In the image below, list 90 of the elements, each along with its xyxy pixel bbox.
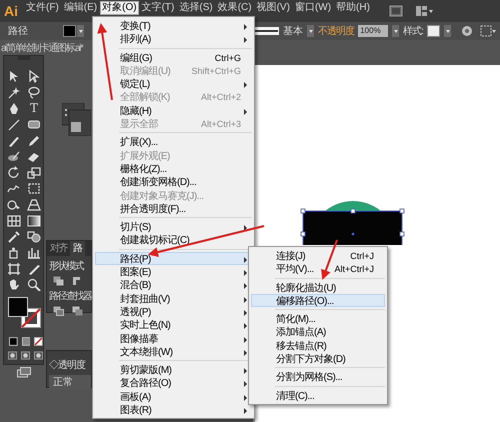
style-swatch[interactable]	[427, 25, 440, 37]
menu-item[interactable]: 隐藏(H)	[95, 104, 252, 118]
menu-item[interactable]: 变换(T)	[95, 19, 252, 32]
artboard-icon[interactable]	[7, 262, 21, 275]
menu-item[interactable]: 文件(F)	[24, 1, 61, 15]
menu-item[interactable]: 简化(M)...	[251, 312, 385, 326]
menu-item[interactable]: 清理(C)...	[251, 388, 385, 402]
mesh-icon[interactable]	[7, 214, 21, 227]
menu-item[interactable]: 窗口(W)	[292, 1, 334, 15]
menu-item[interactable]: 编辑(E)	[62, 1, 100, 15]
draw-behind-icon[interactable]	[21, 351, 30, 360]
menu-item[interactable]: 偏移路径(O)...	[251, 294, 385, 308]
hand-icon[interactable]	[7, 278, 21, 291]
menu-item[interactable]: 对象(O)	[100, 1, 139, 15]
pathfinders-label: 路径查找器	[49, 290, 91, 304]
menu-item[interactable]: 连接(J) Ctrl+J	[251, 249, 385, 262]
eyedropper-icon[interactable]	[7, 230, 21, 243]
type-tool[interactable]: T	[27, 102, 41, 115]
menu-item[interactable]: 移去锚点(R)	[251, 338, 385, 352]
blend-mode-dropdown[interactable]: 正常	[49, 375, 91, 390]
scale-icon[interactable]	[27, 166, 41, 179]
menu-item[interactable]: 分割下方对象(D)	[251, 352, 385, 366]
line-icon[interactable]	[7, 118, 21, 131]
lasso-icon[interactable]	[27, 86, 41, 99]
menu-item[interactable]: 轮廓化描边(U)	[251, 280, 385, 294]
rotate-icon[interactable]	[7, 166, 21, 179]
fill-color-swatch[interactable]	[8, 297, 28, 317]
style-label: 样式:	[403, 24, 423, 38]
workspace-layout-icon[interactable]	[414, 5, 433, 17]
trim-icon[interactable]	[72, 306, 83, 316]
menu-item[interactable]: 创建渐变网格(D)...	[95, 175, 252, 189]
menu-item[interactable]: 选择(S)	[177, 1, 215, 15]
none-mode-icon[interactable]	[34, 337, 44, 346]
draw-inside-icon[interactable]	[34, 351, 43, 360]
collapsed-panels-drawing	[62, 103, 91, 136]
rounded-rectangle-icon[interactable]	[27, 118, 41, 131]
perspective-grid-icon[interactable]	[27, 198, 41, 211]
dropdown-caret-icon[interactable]	[444, 25, 451, 37]
shape-builder-icon[interactable]	[7, 198, 21, 211]
warp-icon[interactable]	[7, 182, 21, 195]
menu-item[interactable]: 栅格化(Z)...	[95, 162, 252, 176]
menu-item[interactable]: 添加锚点(A)	[251, 325, 385, 339]
menu-item[interactable]: 视图(V)	[254, 1, 292, 15]
menu-item[interactable]: 效果(C)	[216, 1, 254, 15]
dropdown-caret-icon[interactable]	[77, 25, 84, 37]
blob-brush-icon[interactable]	[7, 150, 21, 163]
minus-front-icon[interactable]	[72, 276, 83, 286]
menu-item[interactable]: 平均(V)... Alt+Ctrl+J	[251, 262, 385, 276]
draw-normal-icon[interactable]	[8, 351, 17, 360]
app-logo: Ai	[4, 2, 19, 21]
menu-item[interactable]: 排列(A)	[95, 32, 252, 46]
menu-item[interactable]: 编组(G) Ctrl+G	[95, 50, 252, 64]
pencil-icon[interactable]	[27, 134, 41, 147]
document-tab[interactable]: ai简单绘制卡通图标.ai*	[1, 41, 82, 56]
divide-icon[interactable]	[53, 306, 64, 316]
bar-chart-icon[interactable]	[27, 246, 41, 259]
menu-item[interactable]: 创建裁切标记(C)	[95, 233, 252, 247]
object-type-label: 路径	[8, 24, 29, 38]
align-grid-icon[interactable]	[480, 25, 496, 37]
dropdown-caret-icon[interactable]	[307, 25, 314, 37]
dropdown-caret-icon[interactable]	[392, 25, 400, 37]
zoom-icon[interactable]	[27, 278, 41, 291]
menu-item[interactable]: 扩展(X)...	[95, 135, 252, 149]
menu-item[interactable]: 文字(T)	[140, 1, 176, 15]
blend-icon[interactable]	[27, 230, 41, 243]
eraser-icon[interactable]	[27, 150, 41, 163]
panel-tab[interactable]: 路	[70, 241, 84, 256]
menu-item[interactable]: 切片(S)	[95, 220, 252, 234]
globe-icon[interactable]	[461, 25, 473, 37]
color-mode-icon[interactable]	[9, 337, 18, 346]
fill-swatch[interactable]	[63, 25, 76, 37]
opacity-field[interactable]: 100%	[358, 25, 388, 37]
panel-title: ◇透明度	[49, 358, 86, 373]
menu-item[interactable]: 锁定(L)	[95, 77, 252, 90]
gradient-icon[interactable]	[27, 214, 41, 227]
stroke-profile-label: 基本	[283, 24, 304, 38]
pen-nib-icon[interactable]	[7, 102, 21, 115]
menu-item[interactable]: 拼合透明度(F)...	[95, 202, 252, 216]
hollow-arrow-icon[interactable]	[27, 70, 41, 83]
menu-item[interactable]: 图表(R)	[95, 403, 252, 416]
gradient-mode-icon[interactable]	[22, 337, 30, 346]
opacity-link[interactable]: 不透明度	[318, 24, 354, 38]
menu-item[interactable]: 帮助(H)	[334, 1, 372, 15]
unite-icon[interactable]	[53, 276, 64, 286]
shape-modes-label: 形状模式	[49, 260, 84, 274]
menu-item[interactable]: 分割为网格(S)...	[251, 370, 385, 384]
screen-mode-icon[interactable]	[17, 367, 31, 378]
free-transform-icon[interactable]	[27, 182, 41, 195]
bridge-icon[interactable]	[388, 5, 403, 17]
wand-icon[interactable]	[7, 86, 21, 99]
